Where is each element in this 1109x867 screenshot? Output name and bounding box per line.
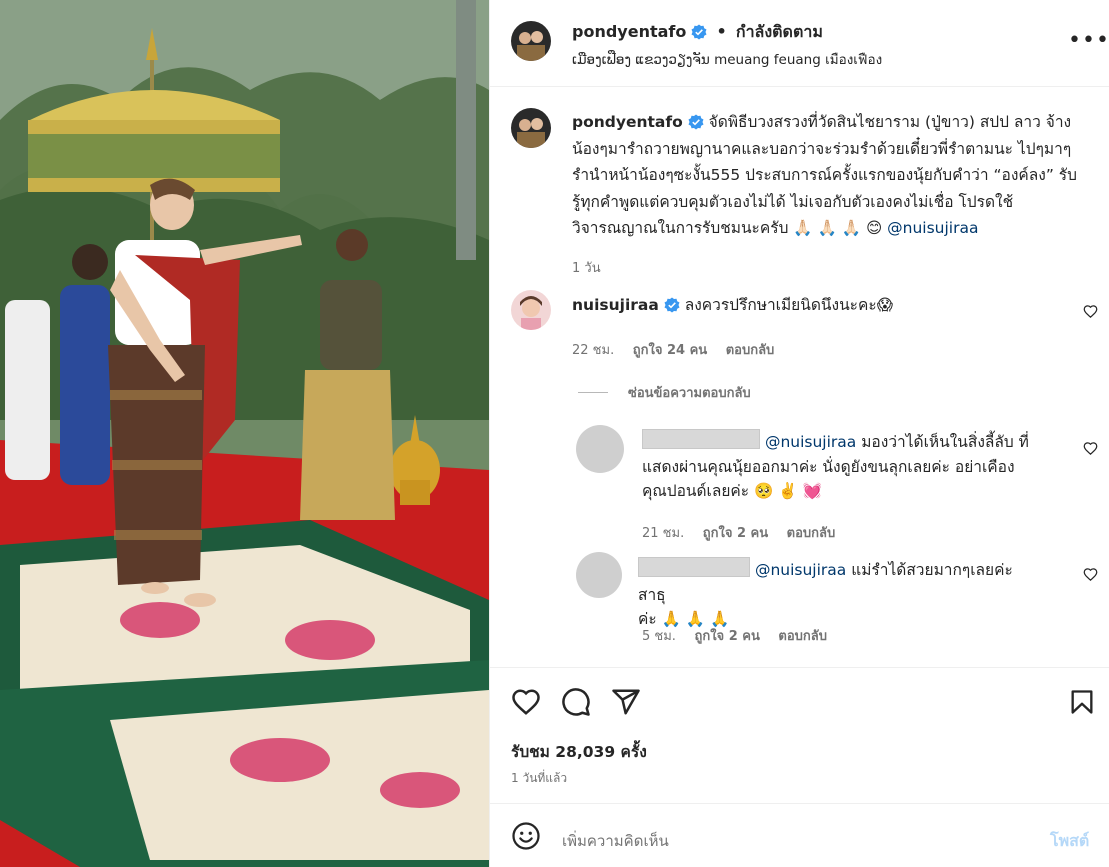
reply-meta: 5 ชม. ถูกใจ 2 คน ตอบกลับ — [642, 625, 841, 646]
reply-reply-button[interactable]: ตอบกลับ — [778, 629, 827, 644]
dance-video-frame — [0, 0, 489, 867]
comment-text: ลงควรปรึกษาเมียนิดนึงนะคะ😱 — [684, 296, 893, 314]
reply-text: มองว่าได้เห็นในสิ่งลี้ลับ ที่ — [861, 433, 1029, 451]
reply-like-heart-icon[interactable] — [1083, 441, 1098, 456]
author-avatar[interactable] — [511, 21, 551, 61]
share-icon[interactable] — [611, 687, 641, 717]
redacted-username — [638, 557, 750, 577]
more-horizontal-icon: ••• — [1068, 28, 1109, 53]
commenter-avatar[interactable] — [511, 290, 551, 330]
comment-time[interactable]: 22 ชม. — [572, 343, 614, 358]
comment-likes[interactable]: ถูกใจ 24 คน — [633, 343, 707, 358]
post-media[interactable] — [0, 0, 489, 867]
post-actions: รับชม 28,039 ครั้ง 1 วันที่แล้ว — [490, 667, 1109, 803]
view-count[interactable]: รับชม 28,039 ครั้ง — [511, 739, 647, 764]
verified-badge-icon — [691, 24, 707, 40]
heart-icon[interactable] — [511, 687, 541, 717]
reply: @nuisujiraa มองว่าได้เห็นในสิ่งลี้ลับ ที… — [642, 429, 1042, 504]
posted-time[interactable]: 1 วันที่แล้ว — [511, 769, 567, 788]
caption-avatar[interactable] — [511, 108, 551, 148]
reply-mention-link[interactable]: @nuisujiraa — [755, 561, 846, 579]
reply-avatar-blurred[interactable] — [576, 552, 622, 598]
replies-divider — [578, 392, 608, 393]
smiley-icon[interactable] — [511, 821, 541, 851]
more-options-button[interactable]: ••• — [1068, 28, 1109, 53]
caption-username[interactable]: pondyentafo — [572, 113, 683, 131]
reply-time[interactable]: 21 ชม. — [642, 526, 684, 541]
caption-emojis: 🙏🏻 🙏🏻 🙏🏻 😊 — [793, 219, 883, 237]
post-details-pane: pondyentafo • กำลังติดตาม ເມືອງເຟືອງ ແຂວ… — [489, 0, 1109, 867]
reply-like-heart-icon[interactable] — [1083, 567, 1098, 582]
comment: nuisujiraa ลงควรปรึกษาเมียนิดนึงนะคะ😱 — [572, 293, 1052, 318]
post-header: pondyentafo • กำลังติดตาม ເມືອງເຟືອງ ແຂວ… — [490, 0, 1109, 87]
comment-icon[interactable] — [561, 687, 591, 717]
redacted-username — [642, 429, 760, 449]
bookmark-icon[interactable] — [1068, 687, 1096, 717]
reply: @nuisujiraa แม่รำได้สวยมากๆเลยค่ะ สาธุ ค… — [638, 557, 1038, 632]
caption-mention-link[interactable]: @nuisujiraa — [887, 219, 978, 237]
comment-reply-button[interactable]: ตอบกลับ — [726, 343, 775, 358]
author-username[interactable]: pondyentafo — [572, 22, 686, 41]
reply-text: แสดงผ่านคุณนุ้ยออกมาค่ะ นั่งดูยังขนลุกเล… — [642, 457, 1015, 476]
hide-replies-toggle[interactable]: ซ่อนข้อความตอบกลับ — [578, 382, 751, 403]
hide-replies-label: ซ่อนข้อความตอบกลับ — [628, 386, 751, 401]
verified-badge-icon — [664, 297, 680, 313]
author-line: pondyentafo • กำลังติดตาม — [572, 20, 823, 45]
reply-likes[interactable]: ถูกใจ 2 คน — [694, 629, 759, 644]
reply-mention-link[interactable]: @nuisujiraa — [765, 433, 856, 451]
reply-reply-button[interactable]: ตอบกลับ — [787, 526, 836, 541]
comment-composer: เพิ่มความคิดเห็น โพสต์ — [490, 803, 1109, 867]
comment-like-heart-icon[interactable] — [1083, 304, 1098, 319]
post-caption: pondyentafo จัดพิธีบวงสรวงที่วัดสินไชยาร… — [572, 109, 1082, 282]
reply-time[interactable]: 5 ชม. — [642, 629, 676, 644]
comment-meta: 22 ชม. ถูกใจ 24 คน ตอบกลับ — [572, 339, 788, 360]
following-button[interactable]: กำลังติดตาม — [736, 22, 823, 41]
location-link[interactable]: ເມືອງເຟືອງ ແຂວງວຽງຈັນ meuang feuang เมือ… — [572, 48, 882, 70]
post-comment-button[interactable]: โพสต์ — [1050, 829, 1089, 854]
reply-likes[interactable]: ถูกใจ 2 คน — [703, 526, 768, 541]
comment-input[interactable]: เพิ่มความคิดเห็น — [562, 829, 669, 853]
caption-time[interactable]: 1 วัน — [572, 256, 1082, 283]
reply-meta: 21 ชม. ถูกใจ 2 คน ตอบกลับ — [642, 522, 849, 543]
comment-username[interactable]: nuisujiraa — [572, 296, 659, 314]
verified-badge-icon — [688, 114, 704, 130]
reply-avatar-blurred[interactable] — [576, 425, 624, 473]
reply-text: คุณปอนด์เลยค่ะ 🥺 ✌️ 💓 — [642, 482, 822, 500]
header-separator: • — [716, 22, 727, 41]
